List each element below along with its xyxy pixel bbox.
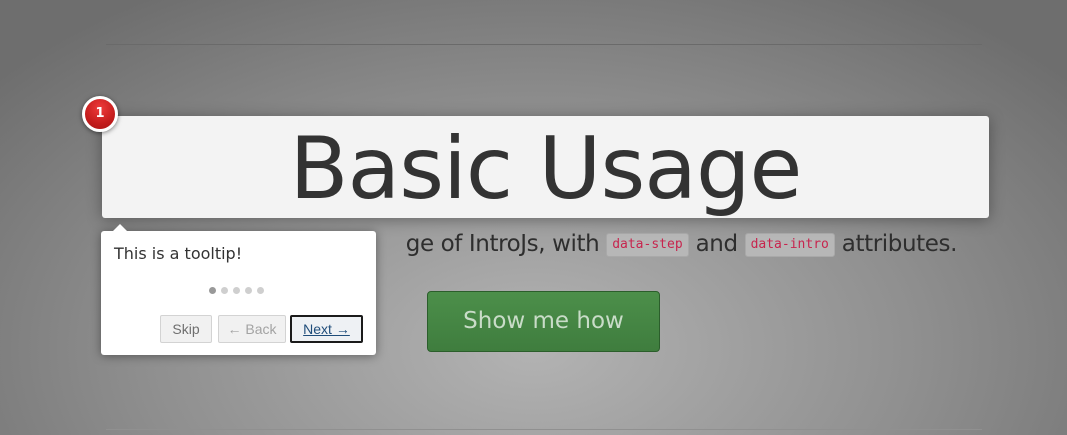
bullet-step-3[interactable]: [233, 287, 240, 294]
tooltip-bullets: [209, 287, 264, 295]
bullet-step-4[interactable]: [245, 287, 252, 294]
next-button[interactable]: Next →: [290, 315, 363, 343]
intro-tooltip: This is a tooltip! Skip ← Back Next →: [101, 224, 376, 355]
divider-bottom: [106, 429, 982, 430]
skip-button[interactable]: Skip: [160, 315, 212, 343]
lead-and-text: and: [695, 231, 738, 257]
page-title: Basic Usage: [289, 119, 803, 219]
code-data-step: data-step: [606, 233, 689, 257]
divider-top: [106, 44, 982, 45]
lead-suffix: attributes.: [841, 231, 958, 257]
tooltip-text: This is a tooltip!: [114, 244, 243, 263]
step-number-badge: 1: [82, 96, 118, 132]
show-me-how-button[interactable]: Show me how: [427, 291, 660, 352]
back-button[interactable]: ← Back: [218, 315, 286, 343]
lead-text: ge of IntroJs, with: [405, 231, 600, 257]
code-data-intro: data-intro: [744, 233, 835, 257]
tooltip-arrow: [113, 224, 127, 231]
bullet-step-2[interactable]: [221, 287, 228, 294]
bullet-step-5[interactable]: [257, 287, 264, 294]
bullet-step-1[interactable]: [209, 287, 216, 294]
